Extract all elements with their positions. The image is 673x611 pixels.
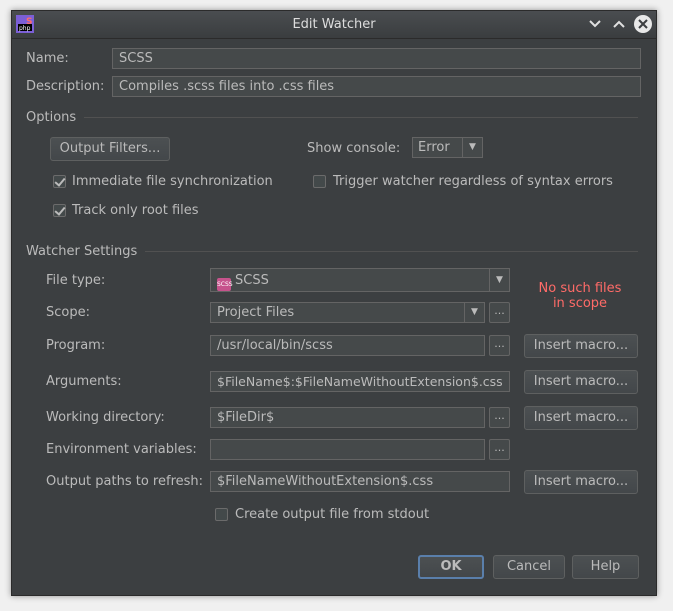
show-console-label: Show console: <box>307 141 401 156</box>
file-type-select[interactable]: SCSS SCSS ▼ <box>210 268 510 292</box>
watcher-settings-section-header: Watcher Settings <box>26 244 638 259</box>
close-icon[interactable] <box>634 15 652 33</box>
name-label: Name: <box>26 51 69 66</box>
track-root-label: Track only root files <box>72 203 199 218</box>
ok-button[interactable]: OK <box>418 555 484 579</box>
show-console-value: Error <box>418 140 450 155</box>
cancel-button[interactable]: Cancel <box>493 555 565 579</box>
edit-watcher-dialog: php S Edit Watcher Name: SCSS Descriptio… <box>11 10 657 596</box>
working-directory-field[interactable]: $FileDir$ <box>210 407 485 428</box>
description-label: Description: <box>26 79 105 94</box>
working-directory-browse-button[interactable]: ... <box>489 407 510 428</box>
arguments-insert-macro-button[interactable]: Insert macro... <box>524 370 638 394</box>
watcher-settings-section-label: Watcher Settings <box>26 244 146 259</box>
environment-variables-field[interactable] <box>210 439 485 460</box>
name-field[interactable]: SCSS <box>112 48 641 69</box>
scope-select[interactable]: Project Files ▼ <box>210 302 485 323</box>
chevron-up-icon[interactable] <box>610 15 628 33</box>
immediate-sync-label: Immediate file synchronization <box>72 174 273 189</box>
output-paths-field[interactable]: $FileNameWithoutExtension$.css <box>210 471 510 492</box>
file-type-label: File type: <box>46 273 106 288</box>
file-type-value: SCSS <box>235 273 269 288</box>
working-directory-insert-macro-button[interactable]: Insert macro... <box>524 406 638 430</box>
create-output-checkbox[interactable] <box>215 508 228 521</box>
output-paths-label: Output paths to refresh: <box>46 474 204 489</box>
help-button[interactable]: Help <box>572 555 639 579</box>
immediate-sync-checkbox[interactable] <box>53 175 66 188</box>
scope-warning-line1: No such files <box>538 281 622 296</box>
options-section-label: Options <box>26 110 85 125</box>
track-root-checkbox[interactable] <box>53 204 66 217</box>
trigger-regardless-checkbox[interactable] <box>313 175 326 188</box>
output-paths-insert-macro-button[interactable]: Insert macro... <box>524 470 638 494</box>
dropdown-arrow-icon[interactable]: ▼ <box>464 303 484 322</box>
environment-variables-browse-button[interactable]: ... <box>489 439 510 460</box>
program-browse-button[interactable]: ... <box>489 335 510 356</box>
options-section-header: Options <box>26 110 638 125</box>
chevron-down-icon[interactable] <box>586 15 604 33</box>
scope-label: Scope: <box>46 305 90 320</box>
scope-warning-line2: in scope <box>552 296 608 311</box>
arguments-label: Arguments: <box>46 374 122 389</box>
output-filters-button[interactable]: Output Filters... <box>50 137 170 161</box>
dropdown-arrow-icon[interactable]: ▼ <box>489 269 509 291</box>
program-insert-macro-button[interactable]: Insert macro... <box>524 334 638 358</box>
scope-browse-button[interactable]: ... <box>489 302 510 323</box>
scss-file-icon: SCSS <box>217 278 233 291</box>
scope-warning-message: No such files in scope <box>522 281 638 311</box>
trigger-regardless-label: Trigger watcher regardless of syntax err… <box>333 174 613 189</box>
scope-value: Project Files <box>217 305 295 320</box>
program-field[interactable]: /usr/local/bin/scss <box>210 335 485 356</box>
description-field[interactable]: Compiles .scss files into .css files <box>112 76 641 97</box>
arguments-field[interactable]: $FileName$:$FileNameWithoutExtension$.cs… <box>210 371 510 392</box>
dropdown-arrow-icon[interactable]: ▼ <box>462 138 482 157</box>
create-output-label: Create output file from stdout <box>235 507 430 522</box>
title-bar[interactable]: php S Edit Watcher <box>12 11 656 39</box>
show-console-select[interactable]: Error ▼ <box>412 137 483 158</box>
window-title: Edit Watcher <box>292 17 376 32</box>
program-label: Program: <box>46 338 106 353</box>
environment-variables-label: Environment variables: <box>46 442 197 457</box>
working-directory-label: Working directory: <box>46 410 165 425</box>
